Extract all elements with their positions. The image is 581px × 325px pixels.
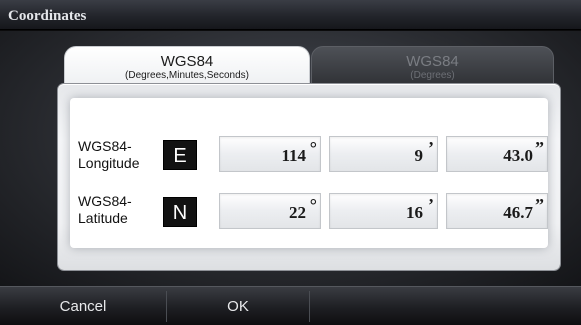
ok-button[interactable]: OK	[167, 287, 309, 325]
minute-symbol: ’	[428, 195, 434, 215]
longitude-seconds-field[interactable]: 43.0 ”	[446, 136, 548, 172]
latitude-degrees-value: 22	[289, 203, 306, 222]
tab-degrees-title: WGS84	[406, 53, 459, 70]
second-symbol: ”	[535, 138, 544, 158]
tab-degrees-subtitle: (Degrees)	[410, 70, 455, 81]
degree-symbol: °	[309, 195, 317, 215]
longitude-seconds-value: 43.0	[503, 146, 533, 165]
latitude-minutes-value: 16	[406, 203, 423, 222]
longitude-minutes-value: 9	[414, 146, 424, 165]
tab-dms-subtitle: (Degrees,Minutes,Seconds)	[125, 70, 249, 81]
longitude-degrees-field[interactable]: 114 °	[219, 136, 321, 172]
tab-dms[interactable]: WGS84 (Degrees,Minutes,Seconds)	[64, 46, 310, 86]
latitude-degrees-field[interactable]: 22 °	[219, 193, 321, 229]
longitude-degrees-value: 114	[281, 146, 306, 165]
bottom-button-bar: Cancel OK	[0, 286, 581, 325]
latitude-direction-button[interactable]: N	[163, 197, 197, 227]
title-bar: Coordinates	[0, 0, 581, 30]
latitude-minutes-field[interactable]: 16 ’	[329, 193, 438, 229]
longitude-label-line1: WGS84-	[78, 138, 132, 154]
latitude-seconds-value: 46.7	[503, 203, 533, 222]
tab-degrees[interactable]: WGS84 (Degrees)	[311, 46, 554, 86]
cancel-button[interactable]: Cancel	[0, 287, 166, 325]
latitude-label: WGS84- Latitude	[78, 193, 158, 227]
latitude-label-line2: Latitude	[78, 210, 128, 226]
tab-dms-title: WGS84	[160, 53, 214, 70]
longitude-direction-button[interactable]: E	[163, 140, 197, 170]
degree-symbol: °	[309, 138, 317, 158]
latitude-label-line1: WGS84-	[78, 193, 132, 209]
longitude-minutes-field[interactable]: 9 ’	[329, 136, 438, 172]
latitude-seconds-field[interactable]: 46.7 ”	[446, 193, 548, 229]
window-title: Coordinates	[8, 8, 87, 24]
second-symbol: ”	[535, 195, 544, 215]
minute-symbol: ’	[428, 138, 434, 158]
longitude-label: WGS84- Longitude	[78, 138, 158, 172]
longitude-label-line2: Longitude	[78, 155, 140, 171]
button-divider	[309, 291, 310, 322]
